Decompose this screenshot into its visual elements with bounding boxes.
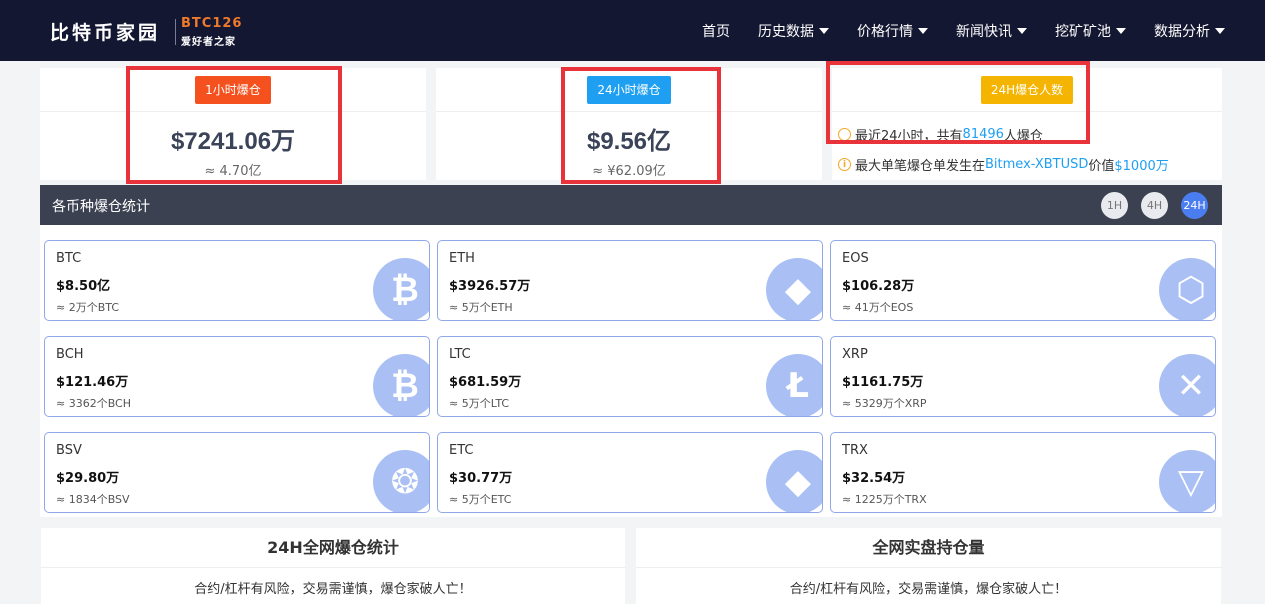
ethereum-icon: ◆: [766, 258, 822, 320]
largest-order-line: i 最大单笔爆仓单发生在 Bitmex-XBTUSD 价值 $1000万: [832, 155, 1222, 174]
coin-card-etc[interactable]: ETC $30.77万 ≈ 5万个ETC ◆: [437, 432, 823, 513]
nav-history-label: 历史数据: [758, 23, 814, 40]
section-title: 各币种爆仓统计: [52, 199, 150, 215]
panel-open-interest: 全网实盘持仓量 合约/杠杆有风险，交易需谨慎，爆仓家破人亡！: [636, 528, 1221, 604]
nav-news-label: 新闻快讯: [956, 23, 1012, 40]
coin-card-ltc[interactable]: LTC $681.59万 ≈ 5万个LTC Ł: [437, 336, 823, 417]
bitcoin-icon: ₿: [373, 258, 429, 320]
caret-down-icon: [1116, 27, 1126, 34]
caret-down-icon: [918, 27, 928, 34]
nav-home[interactable]: 首页: [702, 21, 730, 41]
nav-home-label: 首页: [702, 23, 730, 40]
timeframe-4h-button[interactable]: 4H: [1141, 192, 1168, 219]
risk-warning: 合约/杠杆有风险，交易需谨慎，爆仓家破人亡！: [789, 582, 1068, 597]
risk-warning: 合约/杠杆有风险，交易需谨慎，爆仓家破人亡！: [194, 582, 472, 597]
nav-prices[interactable]: 价格行情: [857, 21, 928, 41]
nav-history[interactable]: 历史数据: [758, 21, 829, 41]
highlight-frame-24h: [561, 67, 721, 184]
coin-name: ETC: [449, 443, 474, 458]
coin-amount: ≈ 41万个EOS: [842, 301, 914, 314]
coin-amount: ≈ 2万个BTC: [56, 301, 120, 314]
coin-name: ETH: [449, 251, 475, 266]
logo-code[interactable]: BTC126: [181, 16, 242, 31]
coin-card-btc[interactable]: BTC $8.50亿 ≈ 2万个BTC ₿: [44, 240, 430, 321]
highlight-frame-people: [826, 61, 1090, 144]
coin-card-eos[interactable]: EOS $106.28万 ≈ 41万个EOS ⬡: [830, 240, 1216, 321]
logo-divider: [175, 19, 176, 45]
coin-value: $29.80万: [56, 471, 120, 486]
panel-24h-liquidation: 24H全网爆仓统计 合约/杠杆有风险，交易需谨慎，爆仓家破人亡！: [41, 528, 625, 604]
largest-line-pre: 最大单笔爆仓单发生在: [855, 159, 986, 174]
logo-subtitle: 爱好者之家: [181, 37, 236, 48]
nav-mining-label: 挖矿矿池: [1055, 23, 1111, 40]
coin-amount: ≈ 5万个LTC: [449, 397, 510, 410]
coin-grid: BTC $8.50亿 ≈ 2万个BTC ₿ ETH $3926.57万 ≈ 5万…: [40, 225, 1222, 517]
caret-down-icon: [1215, 27, 1225, 34]
coin-amount: ≈ 1225万个TRX: [842, 493, 927, 506]
coin-card-bsv[interactable]: BSV $29.80万 ≈ 1834个BSV ❂: [44, 432, 430, 513]
ripple-icon: ✕: [1159, 354, 1215, 416]
coin-card-xrp[interactable]: XRP $1161.75万 ≈ 5329万个XRP ✕: [830, 336, 1216, 417]
litecoin-icon: Ł: [766, 354, 822, 416]
nav-analysis-label: 数据分析: [1154, 23, 1210, 40]
coin-card-bch[interactable]: BCH $121.46万 ≈ 3362个BCH ₿: [44, 336, 430, 417]
timeframe-1h-button[interactable]: 1H: [1101, 192, 1128, 219]
coin-value: $30.77万: [449, 471, 513, 486]
nav-mining[interactable]: 挖矿矿池: [1055, 21, 1126, 41]
coin-amount: ≈ 5329万个XRP: [842, 397, 927, 410]
timeframe-24h-button[interactable]: 24H: [1181, 192, 1208, 219]
coin-value: $32.54万: [842, 471, 906, 486]
bitcoin-cash-icon: ₿: [373, 354, 429, 416]
coin-amount: ≈ 5万个ETC: [449, 493, 512, 506]
coin-card-trx[interactable]: TRX $32.54万 ≈ 1225万个TRX ▽: [830, 432, 1216, 513]
panel-title: 24H全网爆仓统计: [41, 528, 625, 568]
nav-analysis[interactable]: 数据分析: [1154, 21, 1225, 41]
coin-amount: ≈ 1834个BSV: [56, 493, 130, 506]
coin-name: XRP: [842, 347, 868, 362]
coin-stats-header: 各币种爆仓统计 1H 4H 24H: [40, 185, 1222, 225]
main-nav: 首页 历史数据 价格行情 新闻快讯 挖矿矿池 数据分析: [674, 0, 1225, 61]
coin-value: $106.28万: [842, 279, 915, 294]
coin-amount: ≈ 5万个ETH: [449, 301, 513, 314]
panel-title: 全网实盘持仓量: [636, 528, 1221, 568]
largest-amount: $1000万: [1114, 159, 1169, 174]
highlight-frame-1h: [126, 66, 342, 184]
coin-value: $681.59万: [449, 375, 522, 390]
ethereum-classic-icon: ◆: [766, 450, 822, 512]
site-logo[interactable]: 比特币家园: [50, 18, 160, 45]
eos-icon: ⬡: [1159, 258, 1215, 320]
coin-value: $8.50亿: [56, 279, 111, 294]
tron-icon: ▽: [1159, 450, 1215, 512]
coin-value: $121.46万: [56, 375, 129, 390]
coin-value: $1161.75万: [842, 375, 924, 390]
top-navbar: 比特币家园 BTC126 爱好者之家 首页 历史数据 价格行情 新闻快讯 挖矿矿…: [0, 0, 1265, 61]
coin-name: BTC: [56, 251, 82, 266]
coin-name: LTC: [449, 347, 471, 362]
nav-news[interactable]: 新闻快讯: [956, 21, 1027, 41]
nav-prices-label: 价格行情: [857, 23, 913, 40]
coin-amount: ≈ 3362个BCH: [56, 397, 132, 410]
coin-name: BSV: [56, 443, 82, 458]
coin-card-eth[interactable]: ETH $3926.57万 ≈ 5万个ETH ◆: [437, 240, 823, 321]
largest-line-mid: 价值: [1088, 159, 1115, 174]
coin-name: TRX: [842, 443, 868, 458]
caret-down-icon: [1017, 27, 1027, 34]
bitcoin-sv-icon: ❂: [373, 450, 429, 512]
coin-name: BCH: [56, 347, 84, 362]
coin-value: $3926.57万: [449, 279, 531, 294]
coin-name: EOS: [842, 251, 869, 266]
largest-exchange[interactable]: Bitmex-XBTUSD: [985, 157, 1088, 172]
info-icon: i: [838, 158, 851, 171]
caret-down-icon: [819, 27, 829, 34]
